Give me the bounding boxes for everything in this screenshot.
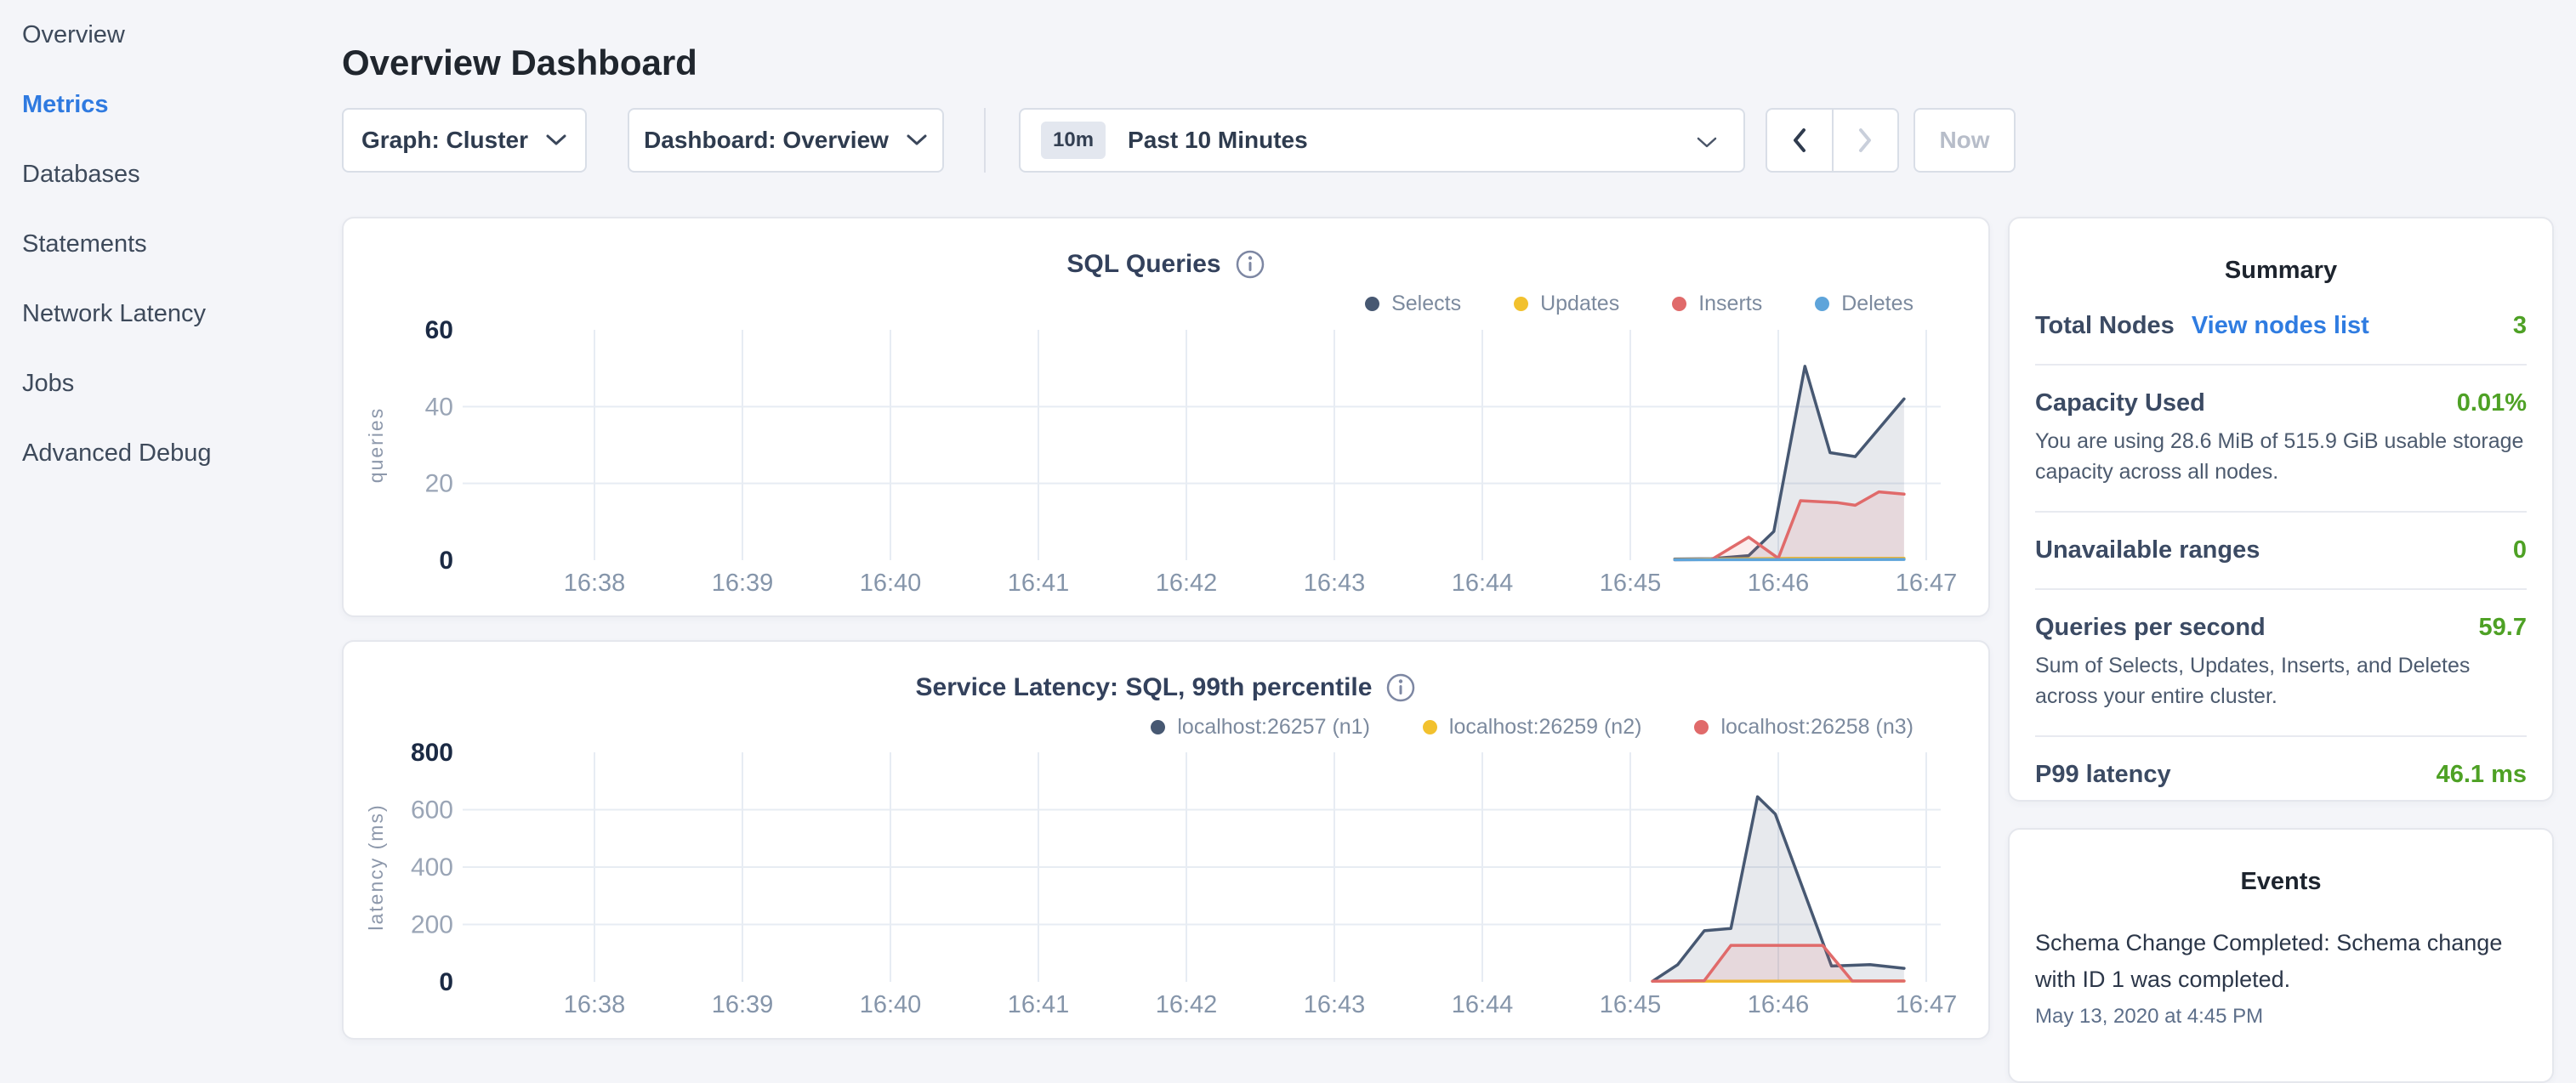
x-axis-tick-label: 16:42 xyxy=(1156,991,1218,1018)
summary-row-label: Unavailable ranges xyxy=(2035,536,2260,564)
y-axis-tick-label: 60 xyxy=(425,316,453,344)
summary-row-value: 0 xyxy=(2513,536,2527,564)
x-axis-tick-label: 16:39 xyxy=(712,991,774,1018)
sidebar-item-metrics[interactable]: Metrics xyxy=(0,70,340,139)
x-axis-tick-label: 16:43 xyxy=(1304,570,1366,597)
event-timestamp: May 13, 2020 at 4:45 PM xyxy=(2035,1005,2527,1029)
x-axis-tick-label: 16:41 xyxy=(1008,991,1070,1018)
summary-row-value: 3 xyxy=(2513,312,2527,340)
y-axis-tick-label: 40 xyxy=(425,393,453,421)
summary-panel: Summary Total Nodes View nodes list 3 Capac… xyxy=(2008,217,2554,802)
chart-plot-area[interactable]: 16:38 16:39 16:40 16:41 16:42 16:43 16:44 16:45… xyxy=(344,642,1992,1041)
sidebar-nav: OverviewMetricsDatabasesStatementsNetwor… xyxy=(0,0,340,1051)
chevron-down-icon xyxy=(545,133,567,147)
controls-divider xyxy=(984,108,986,173)
page-title: Overview Dashboard xyxy=(342,43,697,83)
sidebar-item-overview[interactable]: Overview xyxy=(0,0,340,70)
x-axis-tick-label: 16:38 xyxy=(564,570,626,597)
summary-row-divider xyxy=(2035,511,2527,513)
summary-row: Capacity Used 0.01% xyxy=(2035,389,2527,417)
x-axis-tick-label: 16:40 xyxy=(860,991,922,1018)
x-axis-tick-label: 16:38 xyxy=(564,991,626,1018)
view-nodes-list-link[interactable]: View nodes list xyxy=(2192,312,2369,340)
time-step-next-button[interactable] xyxy=(1834,110,1898,171)
time-range-dropdown[interactable]: 10m Past 10 Minutes xyxy=(1019,108,1745,173)
y-axis-tick-label: 0 xyxy=(439,547,453,575)
chart-plot-area[interactable]: 16:38 16:39 16:40 16:41 16:42 16:43 16:44 16:45… xyxy=(344,218,1992,619)
sidebar-item-network-latency[interactable]: Network Latency xyxy=(0,279,340,349)
x-axis-tick-label: 16:46 xyxy=(1748,991,1810,1018)
y-axis-title: latency (ms) xyxy=(365,803,387,930)
sidebar-item-jobs[interactable]: Jobs xyxy=(0,349,340,418)
summary-row-description: Sum of Selects, Updates, Inserts, and De… xyxy=(2035,650,2527,712)
summary-row: Unavailable ranges 0 xyxy=(2035,536,2527,564)
event-message: Schema Change Completed: Schema change w… xyxy=(2035,925,2527,998)
now-button-label: Now xyxy=(1939,127,1989,154)
sidebar-item-databases[interactable]: Databases xyxy=(0,139,340,209)
time-range-badge: 10m xyxy=(1041,122,1106,159)
graph-scope-dropdown-label: Graph: Cluster xyxy=(361,127,528,154)
summary-row-value: 0.01% xyxy=(2457,389,2527,417)
y-axis-tick-label: 0 xyxy=(439,968,453,996)
summary-row-divider xyxy=(2035,735,2527,737)
x-axis-tick-label: 16:43 xyxy=(1304,991,1366,1018)
summary-panel-title: Summary xyxy=(2035,254,2527,286)
summary-row-divider xyxy=(2035,588,2527,590)
chevron-down-icon xyxy=(906,133,928,147)
overview-dashboard-page: OverviewMetricsDatabasesStatementsNetwor… xyxy=(0,0,2576,1051)
summary-row-value: 59.7 xyxy=(2479,614,2527,642)
x-axis-tick-label: 16:45 xyxy=(1600,991,1662,1018)
summary-row-description: You are using 28.6 MiB of 515.9 GiB usab… xyxy=(2035,426,2527,487)
y-axis-tick-label: 400 xyxy=(411,853,453,882)
summary-row-label: P99 latency xyxy=(2035,761,2171,789)
y-axis-tick-label: 600 xyxy=(411,797,453,825)
time-step-prev-button[interactable] xyxy=(1767,110,1834,171)
y-axis-tick-label: 200 xyxy=(411,911,453,939)
summary-row-value: 46.1 ms xyxy=(2437,761,2527,789)
x-axis-tick-label: 16:44 xyxy=(1452,991,1514,1018)
dashboard-dropdown[interactable]: Dashboard: Overview xyxy=(628,108,944,173)
x-axis-tick-label: 16:44 xyxy=(1452,570,1514,597)
sql-queries-chart-card: SQL Queries SelectsUpdatesInsertsDeletes… xyxy=(342,217,1990,617)
summary-row-label: Capacity Used xyxy=(2035,389,2205,417)
x-axis-tick-label: 16:41 xyxy=(1008,570,1070,597)
now-button[interactable]: Now xyxy=(1914,108,2016,173)
chevron-right-icon xyxy=(1857,127,1874,154)
x-axis-tick-label: 16:42 xyxy=(1156,570,1218,597)
x-axis-tick-label: 16:46 xyxy=(1748,570,1810,597)
summary-row: P99 latency 46.1 ms xyxy=(2035,761,2527,789)
graph-scope-dropdown[interactable]: Graph: Cluster xyxy=(342,108,587,173)
x-axis-tick-label: 16:45 xyxy=(1600,570,1662,597)
summary-row-divider xyxy=(2035,364,2527,366)
sidebar-item-statements[interactable]: Statements xyxy=(0,209,340,279)
time-range-label: Past 10 Minutes xyxy=(1128,127,1308,154)
service-latency-chart-card: Service Latency: SQL, 99th percentile lo… xyxy=(342,640,1990,1040)
chevron-down-icon xyxy=(1696,136,1718,150)
events-panel-title: Events xyxy=(2035,865,2527,898)
x-axis-tick-label: 16:39 xyxy=(712,570,774,597)
y-axis-tick-label: 20 xyxy=(425,470,453,498)
time-step-button-group xyxy=(1766,108,1899,173)
summary-row: Total Nodes View nodes list 3 xyxy=(2035,312,2527,340)
x-axis-tick-label: 16:40 xyxy=(860,570,922,597)
chevron-left-icon xyxy=(1791,127,1808,154)
x-axis-tick-label: 16:47 xyxy=(1896,570,1958,597)
sidebar-item-advanced-debug[interactable]: Advanced Debug xyxy=(0,418,340,488)
y-axis-title: queries xyxy=(365,407,387,483)
events-panel: Events Schema Change Completed: Schema c… xyxy=(2008,828,2554,1083)
dashboard-dropdown-label: Dashboard: Overview xyxy=(644,127,889,154)
x-axis-tick-label: 16:47 xyxy=(1896,991,1958,1018)
y-axis-tick-label: 800 xyxy=(411,739,453,767)
summary-row: Queries per second 59.7 xyxy=(2035,614,2527,642)
summary-row-label: Queries per second xyxy=(2035,614,2266,642)
summary-row-label: Total Nodes xyxy=(2035,312,2175,340)
